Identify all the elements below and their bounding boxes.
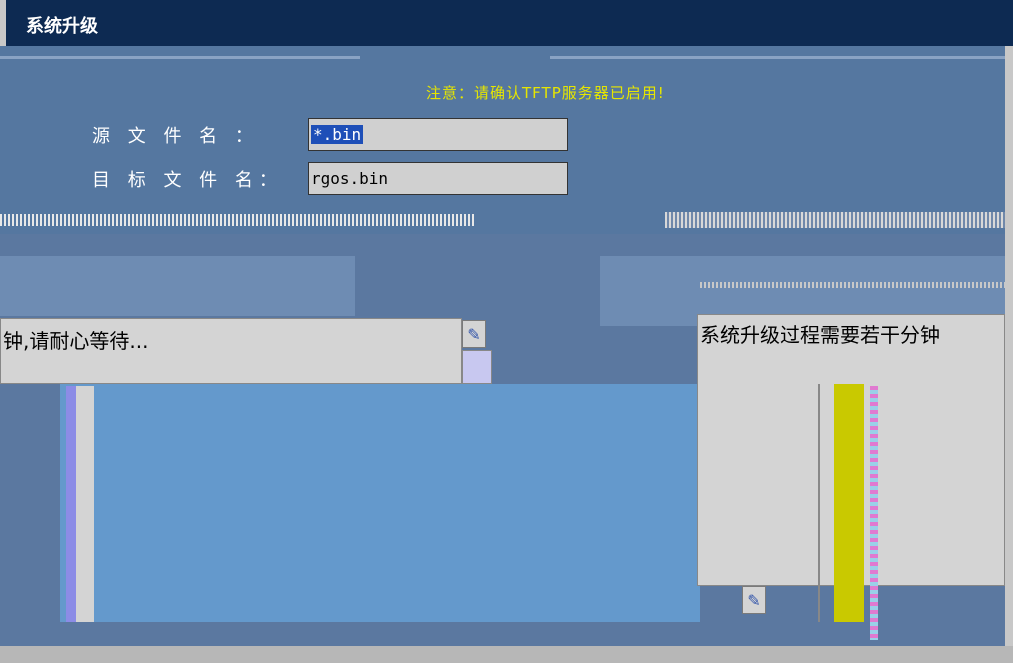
progress-bar-track bbox=[76, 386, 94, 622]
dialog-app-icon[interactable]: ✎ bbox=[742, 586, 766, 614]
progress-box bbox=[60, 384, 700, 622]
left-frame bbox=[0, 256, 355, 316]
tftp-notice: 注意：请确认TFTP服务器已启用! bbox=[426, 84, 665, 102]
window-edge bbox=[1005, 46, 1013, 646]
info-message: 系统升级过程需要若干分钟 bbox=[700, 323, 940, 347]
separator bbox=[818, 384, 820, 622]
dialog-icon-pane bbox=[462, 350, 492, 384]
garbled-caption bbox=[700, 282, 1005, 288]
garbled-button-row[interactable] bbox=[665, 212, 1005, 228]
dialog-app-icon[interactable]: ✎ bbox=[462, 320, 486, 348]
progress-fill bbox=[834, 384, 864, 622]
progress-dialog: 钟,请耐心等待... bbox=[0, 318, 462, 384]
divider bbox=[0, 56, 360, 59]
target-file-label: 目 标 文 件 名： bbox=[92, 170, 283, 191]
progress-area: 钟,请耐心等待... ✎ 系统升级过程需要若干分钟 ✎ bbox=[0, 234, 1005, 646]
source-file-value: *.bin bbox=[311, 125, 364, 144]
progress-bar-left bbox=[66, 386, 76, 622]
source-file-label: 源 文 件 名 ： bbox=[92, 126, 259, 147]
source-file-field[interactable]: *.bin bbox=[308, 118, 568, 151]
progress-stripes bbox=[870, 386, 878, 640]
target-file-value: rgos.bin bbox=[311, 169, 389, 188]
garbled-button-row[interactable] bbox=[0, 214, 475, 226]
progress-message: 钟,请耐心等待... bbox=[3, 329, 149, 353]
target-file-field[interactable]: rgos.bin bbox=[308, 162, 568, 195]
status-bar bbox=[0, 646, 1013, 663]
window-title: 系统升级 bbox=[26, 16, 98, 37]
upgrade-form-panel: 注意：请确认TFTP服务器已启用! 源 文 件 名 ： *.bin 目 标 文 … bbox=[0, 46, 1005, 234]
title-bar: 系统升级 bbox=[0, 0, 1013, 46]
divider bbox=[550, 56, 1005, 59]
